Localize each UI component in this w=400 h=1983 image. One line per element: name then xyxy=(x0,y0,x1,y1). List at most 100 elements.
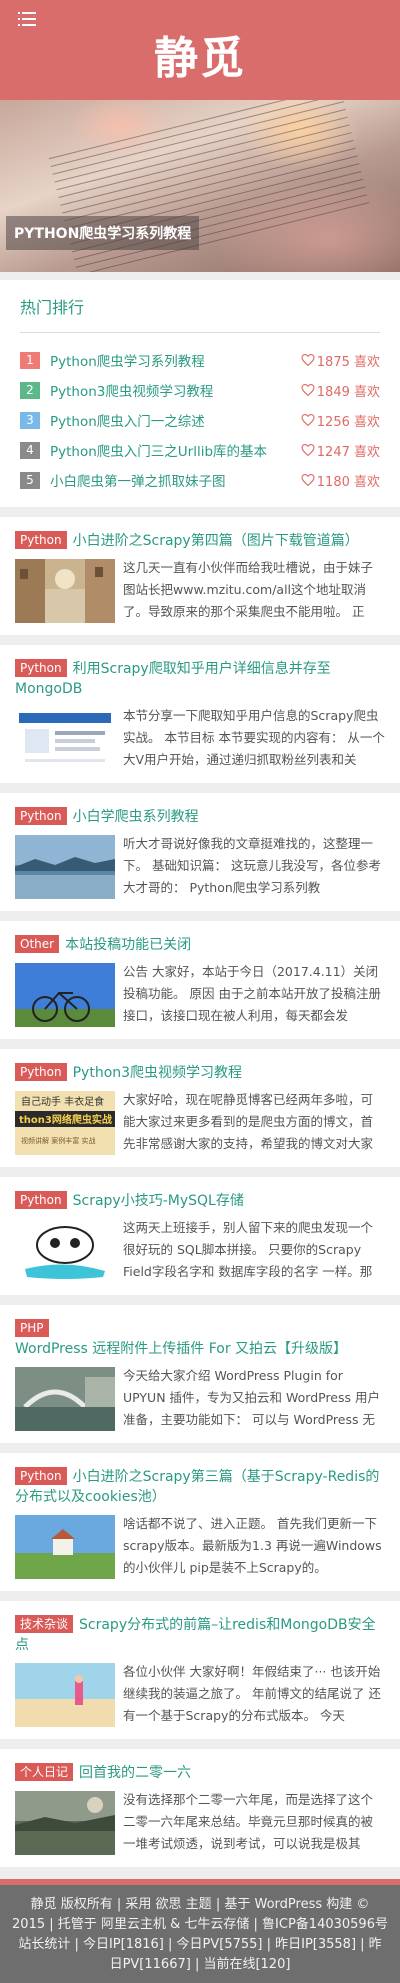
hot-item-title[interactable]: Python3爬虫视频学习教程 xyxy=(50,380,301,400)
post-card: Python 小白学爬虫系列教程听大才哥说好像我的文章挺难找的，这整理一下。 基础… xyxy=(0,793,400,911)
footer-line-1: 静觅 版权所有 | 采用 欲思 主题 | 基于 WordPress 构建 © 2… xyxy=(12,1897,388,1932)
site-title[interactable]: 静觅 xyxy=(0,22,400,86)
theme-suffix: 主题 xyxy=(185,1897,212,1912)
post-thumbnail[interactable] xyxy=(15,963,115,1027)
built-prefix: 基于 xyxy=(224,1897,251,1912)
like-count: 1247 喜欢 xyxy=(316,444,380,460)
category-tag[interactable]: Python xyxy=(15,807,67,825)
post-thumbnail[interactable] xyxy=(15,707,115,771)
category-tag[interactable]: Python xyxy=(15,659,67,677)
post-excerpt: 大家好哈，现在呢静觅博客已经两年多啦，可能大家过来更多看到的是爬虫方面的博文，首… xyxy=(123,1092,374,1151)
category-tag[interactable]: PHP xyxy=(15,1319,49,1337)
post-header: Python 小白进阶之Scrapy第四篇（图片下载管道篇） xyxy=(15,531,385,551)
like-count: 1180 喜欢 xyxy=(316,474,380,490)
heart-icon xyxy=(301,474,315,486)
post-title[interactable]: Scrapy小技巧-MySQL存储 xyxy=(73,1193,244,1209)
post-card: PHP WordPress 远程附件上传插件 For 又拍云【升级版】今天给大家介… xyxy=(0,1305,400,1443)
post-title[interactable]: 小白进阶之Scrapy第三篇（基于Scrapy-Redis的分布式以及cooki… xyxy=(15,1469,379,1505)
post-header: Python Scrapy小技巧-MySQL存储 xyxy=(15,1191,385,1211)
post-header: Python 利用Scrapy爬取知乎用户详细信息并存至MongoDB xyxy=(15,659,385,699)
post-title[interactable]: WordPress 远程附件上传插件 For 又拍云【升级版】 xyxy=(15,1341,347,1357)
theme-link[interactable]: 欲思 xyxy=(156,1897,182,1912)
category-tag[interactable]: 技术杂谈 xyxy=(15,1615,74,1633)
like-button[interactable]: 1256 喜欢 xyxy=(301,411,380,430)
post-card: Python Python3爬虫视频学习教程自己动手 丰衣足食 thon3网络爬虫实… xyxy=(0,1049,400,1167)
post-thumbnail[interactable] xyxy=(15,1663,115,1727)
post-header: Python 小白学爬虫系列教程 xyxy=(15,807,385,827)
site-stats[interactable]: 站长统计 | 今日IP[1816] | 今日PV[5755] | 昨日IP[35… xyxy=(12,1935,388,1975)
category-tag[interactable]: Python xyxy=(15,1063,67,1081)
post-title[interactable]: Python3爬虫视频学习教程 xyxy=(73,1065,242,1081)
post-header: 个人日记 回首我的二零一六 xyxy=(15,1763,385,1783)
post-body: 这两天上班接手，别人留下来的爬虫发现一个很好玩的 SQL脚本拼接。 只要你的Sc… xyxy=(15,1217,385,1283)
hot-item[interactable]: 3 Python爬虫入门一之综述 1256 喜欢 xyxy=(20,405,380,435)
post-thumbnail[interactable] xyxy=(15,1367,115,1431)
post-excerpt: 听大才哥说好像我的文章挺难找的，这整理一下。 基础知识篇： 这玩意儿我没写，各位… xyxy=(123,836,381,895)
post-body: 各位小伙伴 大家好啊！年假结束了··· 也该开始继续我的装逼之旅了。 年前博文的… xyxy=(15,1661,385,1727)
post-body: 今天给大家介绍 WordPress Plugin for UPYUN 插件，专为… xyxy=(15,1365,385,1431)
icp-link[interactable]: 鲁ICP备14030596号 xyxy=(262,1917,388,1932)
hot-item[interactable]: 5 小白爬虫第一弹之抓取妹子图 1180 喜欢 xyxy=(20,465,380,495)
hot-item-title[interactable]: Python爬虫入门三之Urllib库的基本 xyxy=(50,440,301,460)
post-header: Python Python3爬虫视频学习教程 xyxy=(15,1063,385,1083)
host-prefix: 托管于 xyxy=(57,1917,97,1932)
hot-ranking-list: 1 Python爬虫学习系列教程 1875 喜欢 2 Python3爬虫视频学习教程 18… xyxy=(20,345,380,495)
post-title[interactable]: 本站投稿功能已关闭 xyxy=(65,937,191,953)
post-card: Python 利用Scrapy爬取知乎用户详细信息并存至MongoDB 本节分享一下… xyxy=(0,645,400,783)
qiniu-link[interactable]: 七牛云存储 xyxy=(184,1917,249,1932)
hot-item[interactable]: 1 Python爬虫学习系列教程 1875 喜欢 xyxy=(20,345,380,375)
wordpress-link[interactable]: WordPress xyxy=(255,1897,323,1912)
hot-item-title[interactable]: Python爬虫入门一之综述 xyxy=(50,410,301,430)
aliyun-link[interactable]: 阿里云主机 xyxy=(101,1917,166,1932)
category-tag[interactable]: Python xyxy=(15,1467,67,1485)
post-card: Python Scrapy小技巧-MySQL存储这两天上班接手，别人留下来的爬虫发… xyxy=(0,1177,400,1295)
post-thumbnail[interactable] xyxy=(15,1791,115,1855)
post-body: 公告 大家好，本站于今日（2017.4.11）关闭投稿功能。 原因 由于之前本站… xyxy=(15,961,385,1027)
post-excerpt: 这两天上班接手，别人留下来的爬虫发现一个很好玩的 SQL脚本拼接。 只要你的Sc… xyxy=(123,1220,374,1279)
heart-icon xyxy=(301,444,315,456)
post-thumbnail[interactable] xyxy=(15,1515,115,1579)
post-title[interactable]: 小白进阶之Scrapy第四篇（图片下载管道篇） xyxy=(73,533,359,549)
hot-ranking-title: 热门排行 xyxy=(20,294,380,333)
like-button[interactable]: 1849 喜欢 xyxy=(301,381,380,400)
hero-banner[interactable]: PYTHON爬虫学习系列教程 xyxy=(0,100,400,272)
heart-icon xyxy=(301,414,315,426)
post-excerpt: 本节分享一下爬取知乎用户信息的Scrapy爬虫实战。 本节目标 本节要实现的内容… xyxy=(123,708,385,767)
category-tag[interactable]: Python xyxy=(15,531,67,549)
post-thumbnail[interactable]: 自己动手 丰衣足食 thon3网络爬虫实战 视频讲解 案例丰富 实战 xyxy=(15,1091,115,1155)
post-thumbnail[interactable] xyxy=(15,559,115,623)
svg-text:视频讲解 案例丰富 实战: 视频讲解 案例丰富 实战 xyxy=(21,1136,95,1145)
like-button[interactable]: 1875 喜欢 xyxy=(301,351,380,370)
post-title[interactable]: 小白学爬虫系列教程 xyxy=(73,809,199,825)
post-header: 技术杂谈 Scrapy分布式的前篇–让redis和MongoDB安全点 xyxy=(15,1615,385,1655)
post-card: 技术杂谈 Scrapy分布式的前篇–让redis和MongoDB安全点各位小伙伴 … xyxy=(0,1601,400,1739)
category-tag[interactable]: 个人日记 xyxy=(15,1763,74,1781)
heart-icon xyxy=(301,384,315,396)
like-button[interactable]: 1247 喜欢 xyxy=(301,441,380,460)
hot-item-title[interactable]: Python爬虫学习系列教程 xyxy=(50,350,301,370)
post-list: Python 小白进阶之Scrapy第四篇（图片下载管道篇） 这几天一直有小伙伴而给… xyxy=(0,517,400,1867)
post-thumbnail[interactable] xyxy=(15,835,115,899)
like-count: 1256 喜欢 xyxy=(316,414,380,430)
post-body: 自己动手 丰衣足食 thon3网络爬虫实战 视频讲解 案例丰富 实战 大家好哈，现在呢… xyxy=(15,1089,385,1155)
hot-item[interactable]: 4 Python爬虫入门三之Urllib库的基本 1247 喜欢 xyxy=(20,435,380,465)
post-thumbnail[interactable] xyxy=(15,1219,115,1283)
site-header: 静觅 xyxy=(0,0,400,100)
rank-badge: 3 xyxy=(20,411,40,429)
category-tag[interactable]: Other xyxy=(15,935,60,953)
category-tag[interactable]: Python xyxy=(15,1191,67,1209)
hot-item[interactable]: 2 Python3爬虫视频学习教程 1849 喜欢 xyxy=(20,375,380,405)
post-excerpt: 各位小伙伴 大家好啊！年假结束了··· 也该开始继续我的装逼之旅了。 年前博文的… xyxy=(123,1664,381,1723)
hot-item-title[interactable]: 小白爬虫第一弹之抓取妹子图 xyxy=(50,470,301,490)
hero-caption[interactable]: PYTHON爬虫学习系列教程 xyxy=(6,216,200,250)
hot-ranking: 热门排行 1 Python爬虫学习系列教程 1875 喜欢 2 Python3爬虫视频学… xyxy=(0,280,400,507)
host-and: & xyxy=(170,1917,181,1932)
like-button[interactable]: 1180 喜欢 xyxy=(301,471,380,490)
post-header: PHP WordPress 远程附件上传插件 For 又拍云【升级版】 xyxy=(15,1319,385,1359)
post-body: 这几天一直有小伙伴而给我吐槽说，由于妹子图站长把www.mzitu.com/al… xyxy=(15,557,385,623)
post-body: 啥话都不说了、进入正题。 首先我们更新一下scrapy版本。最新版为1.3 再说… xyxy=(15,1513,385,1579)
post-title[interactable]: 回首我的二零一六 xyxy=(79,1765,191,1781)
post-excerpt: 这几天一直有小伙伴而给我吐槽说，由于妹子图站长把www.mzitu.com/al… xyxy=(123,560,374,619)
post-excerpt: 公告 大家好，本站于今日（2017.4.11）关闭投稿功能。 原因 由于之前本站… xyxy=(123,964,381,1023)
like-count: 1875 喜欢 xyxy=(316,354,380,370)
